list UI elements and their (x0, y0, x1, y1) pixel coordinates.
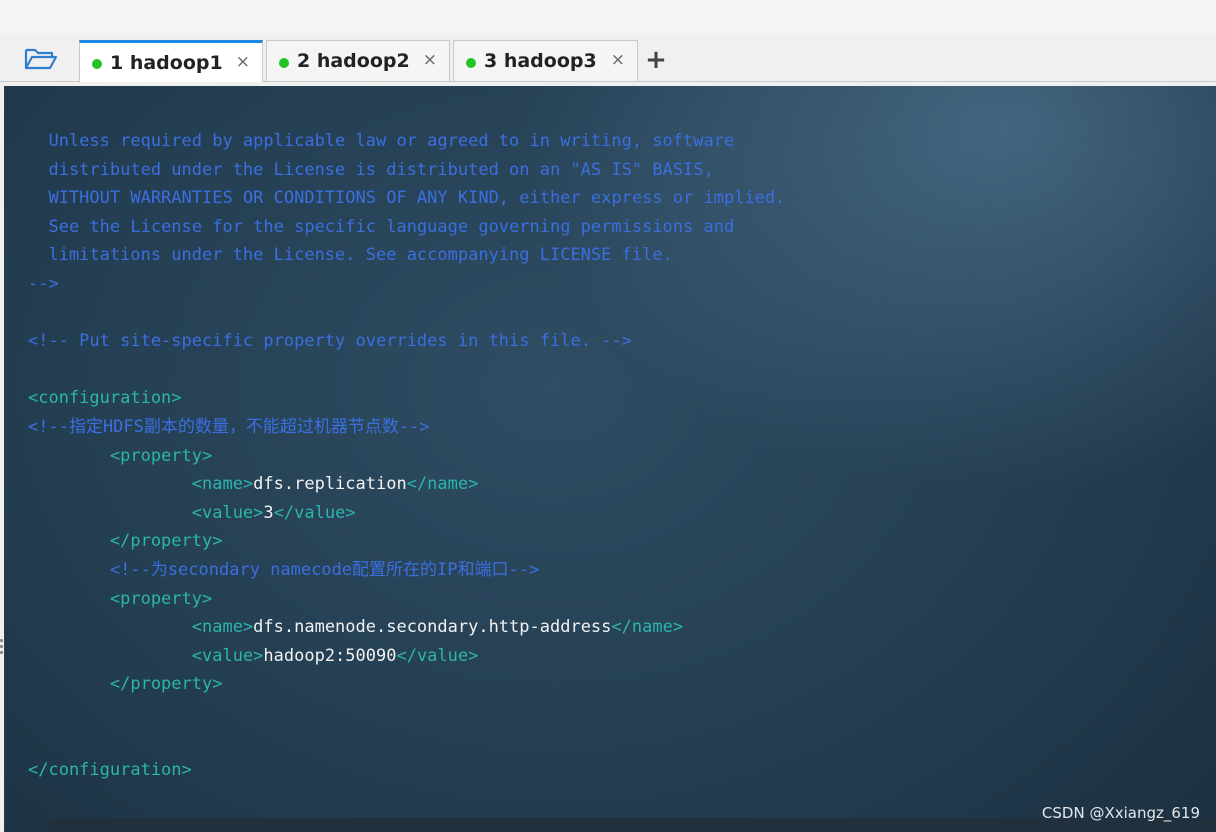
xml-comment: See the License for the specific languag… (28, 216, 735, 237)
close-tab-icon[interactable]: × (236, 54, 250, 71)
terminal-line: </configuration> (28, 756, 785, 785)
terminal-line: <property> (28, 585, 785, 614)
tab-label: 2 hadoop2 (297, 50, 410, 72)
terminal-line: Unless required by applicable law or agr… (28, 127, 785, 156)
terminal-text: Unless required by applicable law or agr… (28, 127, 785, 785)
tab-hadoop1[interactable]: 1 hadoop1 × (79, 40, 263, 82)
xml-tag: <property> (28, 588, 213, 609)
folder-open-icon (24, 48, 58, 70)
xml-comment: <!-- Put site-specific property override… (28, 331, 632, 352)
terminal-output[interactable]: Unless required by applicable law or agr… (4, 86, 1216, 832)
xml-tag: <configuration> (28, 388, 182, 409)
xml-value: dfs.namenode.secondary.http-address (253, 617, 612, 638)
terminal-line: <value>3</value> (28, 499, 785, 528)
tab-label: 1 hadoop1 (110, 51, 223, 74)
terminal-line: --> (28, 270, 785, 299)
xml-tag: <value> (28, 502, 264, 523)
xml-tag: </value> (396, 645, 479, 666)
open-folder-button[interactable] (18, 44, 64, 74)
xml-tag: </property> (28, 674, 223, 695)
xml-comment: distributed under the License is distrib… (28, 159, 714, 180)
terminal-line: <configuration> (28, 384, 785, 413)
terminal-line: <name>dfs.replication</name> (28, 470, 785, 499)
session-connected-icon (279, 57, 289, 68)
xml-comment: limitations under the License. See accom… (28, 245, 673, 266)
close-tab-icon[interactable]: × (423, 52, 437, 69)
terminal-line: WITHOUT WARRANTIES OR CONDITIONS OF ANY … (28, 184, 785, 213)
xml-tag: </property> (28, 531, 223, 552)
terminal-line: <property> (28, 442, 785, 471)
close-tab-icon[interactable]: × (611, 52, 625, 69)
terminal-line: </property> (28, 527, 785, 556)
xml-value: dfs.replication (253, 474, 407, 495)
xml-tag: <property> (28, 445, 213, 466)
xml-comment: WITHOUT WARRANTIES OR CONDITIONS OF ANY … (28, 188, 786, 209)
xml-comment: Unless required by applicable law or agr… (28, 131, 735, 151)
tab-label: 3 hadoop3 (484, 50, 597, 72)
session-tab-bar: 1 hadoop1 × 2 hadoop2 × 3 hadoop3 × + (0, 34, 1216, 82)
xml-tag: </value> (273, 502, 356, 523)
terminal-line: See the License for the specific languag… (28, 213, 785, 242)
terminal-line: <!-- Put site-specific property override… (28, 327, 785, 356)
window-top-strip (0, 0, 1216, 34)
xml-tag: </name> (406, 474, 479, 495)
new-tab-button[interactable]: + (643, 47, 669, 73)
terminal-line: limitations under the License. See accom… (28, 241, 785, 270)
xml-comment: --> (28, 273, 59, 294)
tab-hadoop2[interactable]: 2 hadoop2 × (266, 40, 450, 81)
session-connected-icon (92, 59, 102, 69)
terminal-line: <!--指定HDFS副本的数量，不能超过机器节点数--> (28, 413, 785, 442)
xml-value: 3 (263, 502, 274, 523)
terminal-line: <name>dfs.namenode.secondary.http-addres… (28, 613, 785, 642)
terminal-line: <!--为secondary namecode配置所在的IP和端口--> (28, 556, 785, 585)
command-bar (48, 818, 1216, 832)
xml-tag: <name> (28, 474, 254, 495)
session-connected-icon (466, 57, 476, 68)
terminal-line: distributed under the License is distrib… (28, 156, 785, 185)
xml-comment: <!--指定HDFS副本的数量，不能超过机器节点数--> (28, 416, 430, 437)
xml-comment: <!--为secondary namecode配置所在的IP和端口--> (28, 559, 540, 580)
xml-tag: <value> (28, 645, 264, 666)
watermark: CSDN @Xxiangz_619 (1041, 804, 1200, 822)
tab-hadoop3[interactable]: 3 hadoop3 × (453, 40, 638, 81)
xml-tag: </configuration> (28, 760, 192, 781)
terminal-line: <value>hadoop2:50090</value> (28, 642, 785, 671)
xml-value: hadoop2:50090 (263, 645, 397, 666)
xml-tag: <name> (28, 617, 254, 638)
terminal-line: </property> (28, 670, 785, 699)
xml-tag: </name> (611, 617, 684, 638)
